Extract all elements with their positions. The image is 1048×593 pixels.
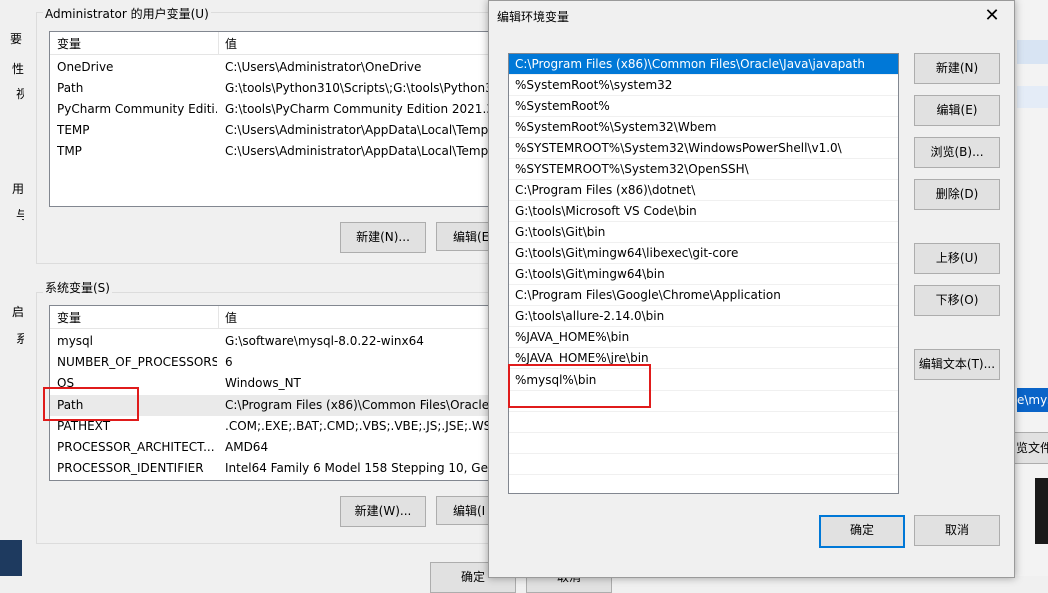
list-item[interactable]: G:\tools\Microsoft VS Code\bin <box>509 201 898 222</box>
user-variables-label: Administrator 的用户变量(U) <box>43 5 211 22</box>
path-entries-list[interactable]: C:\Program Files (x86)\Common Files\Orac… <box>508 53 899 494</box>
close-icon[interactable]: ✕ <box>970 1 1014 31</box>
taskbar-fragment <box>0 540 22 576</box>
table-row[interactable]: PROCESSOR_IDENTIFIER Intel64 Family 6 Mod… <box>50 458 530 479</box>
table-row[interactable]: PROCESSOR_ARCHITECT... AMD64 <box>50 437 530 458</box>
highlight-box <box>43 387 139 421</box>
column-header-variable[interactable]: 变量 <box>57 309 81 326</box>
list-item[interactable]: G:\tools\Git\mingw64\libexec\git-core <box>509 243 898 264</box>
table-row[interactable]: OneDrive C:\Users\Administrator\OneDrive <box>50 57 530 78</box>
table-row[interactable]: NUMBER_OF_PROCESSORS 6 <box>50 352 530 373</box>
list-item-empty[interactable] <box>509 454 898 475</box>
table-row[interactable]: TEMP C:\Users\Administrator\AppData\Local… <box>50 120 530 141</box>
right-strip-selected-text: e\mys <box>1017 388 1048 412</box>
list-header: 变量 值 <box>50 32 530 55</box>
list-item[interactable]: G:\tools\Git\bin <box>509 222 898 243</box>
ok-button[interactable]: 确定 <box>819 515 905 548</box>
list-item-empty[interactable] <box>509 412 898 433</box>
table-row[interactable]: mysql G:\software\mysql-8.0.22-winx64 <box>50 331 530 352</box>
browse-button[interactable]: 浏览(B)... <box>914 137 1000 168</box>
list-item[interactable]: G:\tools\allure-2.14.0\bin <box>509 306 898 327</box>
table-row[interactable]: PyCharm Community Editi... G:\tools\PyCha… <box>50 99 530 120</box>
terminal-fragment <box>1035 478 1048 544</box>
list-item[interactable]: %SYSTEMROOT%\System32\OpenSSH\ <box>509 159 898 180</box>
list-item[interactable]: %SystemRoot% <box>509 96 898 117</box>
list-item[interactable]: %SystemRoot%\System32\Wbem <box>509 117 898 138</box>
list-item[interactable]: C:\Program Files\Google\Chrome\Applicati… <box>509 285 898 306</box>
move-down-button[interactable]: 下移(O) <box>914 285 1000 316</box>
dialog-title: 编辑环境变量 <box>497 10 570 24</box>
column-header-value[interactable]: 值 <box>225 35 237 52</box>
edit-environment-variable-dialog: 编辑环境变量 ✕ C:\Program Files (x86)\Common F… <box>488 0 1015 578</box>
list-item[interactable]: C:\Program Files (x86)\dotnet\ <box>509 180 898 201</box>
table-row[interactable]: Path G:\tools\Python310\Scripts\;G:\tools… <box>50 78 530 99</box>
left-strip-char: 要 <box>10 32 23 46</box>
list-item[interactable]: %SystemRoot%\system32 <box>509 75 898 96</box>
new-button[interactable]: 新建(N) <box>914 53 1000 84</box>
edit-button[interactable]: 编辑(E) <box>914 95 1000 126</box>
list-item[interactable]: %JAVA_HOME%\bin <box>509 327 898 348</box>
right-strip-block <box>1017 86 1048 108</box>
left-strip-char: 用 <box>12 182 25 196</box>
system-variables-label: 系统变量(S) <box>43 279 112 296</box>
edit-text-button[interactable]: 编辑文本(T)... <box>914 349 1000 380</box>
list-item-empty[interactable] <box>509 433 898 454</box>
list-header: 变量 值 <box>50 306 530 329</box>
highlight-box <box>508 364 651 408</box>
left-strip-char: 启 <box>12 305 25 319</box>
list-item[interactable]: %SYSTEMROOT%\System32\WindowsPowerShell\… <box>509 138 898 159</box>
background-window-left: 要 性 视 用 与 启 系 <box>0 0 28 576</box>
right-strip-block <box>1017 40 1048 64</box>
left-strip-char: 性 <box>12 62 25 76</box>
column-header-variable[interactable]: 变量 <box>57 35 81 52</box>
system-new-button[interactable]: 新建(W)... <box>340 496 426 527</box>
user-variables-list[interactable]: 变量 值 OneDrive C:\Users\Administrator\OneD… <box>49 31 531 207</box>
table-row[interactable]: TMP C:\Users\Administrator\AppData\Local\… <box>50 141 530 162</box>
list-item[interactable]: C:\Program Files (x86)\Common Files\Orac… <box>509 54 898 75</box>
delete-button[interactable]: 删除(D) <box>914 179 1000 210</box>
move-up-button[interactable]: 上移(U) <box>914 243 1000 274</box>
list-item[interactable]: G:\tools\Git\mingw64\bin <box>509 264 898 285</box>
right-strip-button[interactable]: 览文件 <box>1013 432 1048 464</box>
column-header-value[interactable]: 值 <box>225 309 237 326</box>
background-window-right: e\mys 览文件 <box>1013 0 1048 576</box>
cancel-button[interactable]: 取消 <box>914 515 1000 546</box>
user-new-button[interactable]: 新建(N)... <box>340 222 426 253</box>
